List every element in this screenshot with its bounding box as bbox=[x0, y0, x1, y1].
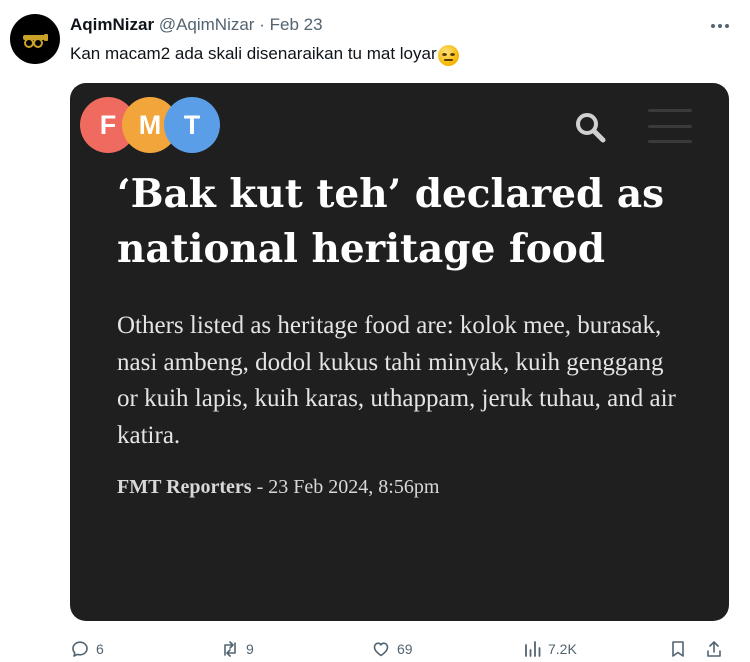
tweet-date[interactable]: Feb 23 bbox=[270, 15, 323, 34]
logo-letter-t: T bbox=[164, 97, 220, 153]
tweet-text-content: Kan macam2 ada skali disenaraikan tu mat… bbox=[70, 44, 437, 63]
repost-button[interactable]: 9 bbox=[220, 638, 254, 660]
rolling-eyes-emoji-icon bbox=[437, 44, 459, 66]
more-options-icon[interactable] bbox=[708, 18, 732, 34]
repost-icon bbox=[224, 641, 236, 657]
reply-icon bbox=[72, 641, 88, 657]
tweet-header: AqimNizar @AqimNizar · Feb 23 bbox=[70, 14, 323, 36]
search-icon bbox=[576, 113, 606, 143]
article-headline: ‘Bak kut teh’ declared as national herit… bbox=[117, 171, 665, 272]
heart-icon bbox=[373, 642, 389, 657]
article-summary: Others listed as heritage food are: kolo… bbox=[117, 312, 676, 449]
display-name[interactable]: AqimNizar bbox=[70, 15, 154, 34]
fmt-logo: F M T bbox=[80, 97, 220, 153]
byline-author: FMT Reporters bbox=[117, 476, 252, 498]
tweet-action-bar: 6 9 69 7.2K bbox=[70, 638, 740, 662]
byline-separator: - bbox=[251, 476, 269, 498]
cannon-logo-icon bbox=[23, 34, 48, 48]
like-count: 69 bbox=[397, 641, 413, 657]
share-button[interactable] bbox=[704, 638, 724, 660]
bookmark-icon bbox=[672, 641, 684, 657]
meta-separator: · bbox=[259, 15, 265, 34]
repost-count: 9 bbox=[246, 641, 254, 657]
hamburger-menu-icon bbox=[648, 109, 692, 143]
reply-count: 6 bbox=[96, 641, 104, 657]
reply-button[interactable]: 6 bbox=[70, 638, 104, 660]
article-byline: FMT Reporters - 23 Feb 2024, 8:56pm bbox=[117, 476, 439, 499]
view-count: 7.2K bbox=[548, 641, 577, 657]
tweet-text: Kan macam2 ada skali disenaraikan tu mat… bbox=[70, 42, 459, 66]
avatar[interactable] bbox=[10, 14, 60, 64]
views-chart-icon bbox=[525, 641, 541, 657]
share-icon bbox=[707, 641, 721, 657]
like-button[interactable]: 69 bbox=[371, 638, 413, 660]
byline-datetime: 23 Feb 2024, 8:56pm bbox=[268, 476, 440, 498]
tweet-media-card[interactable]: F M T ‘Bak kut teh’ declared as national… bbox=[70, 83, 729, 621]
views-button[interactable]: 7.2K bbox=[522, 638, 577, 660]
bookmark-button[interactable] bbox=[668, 638, 688, 660]
user-handle[interactable]: @AqimNizar bbox=[159, 15, 255, 34]
